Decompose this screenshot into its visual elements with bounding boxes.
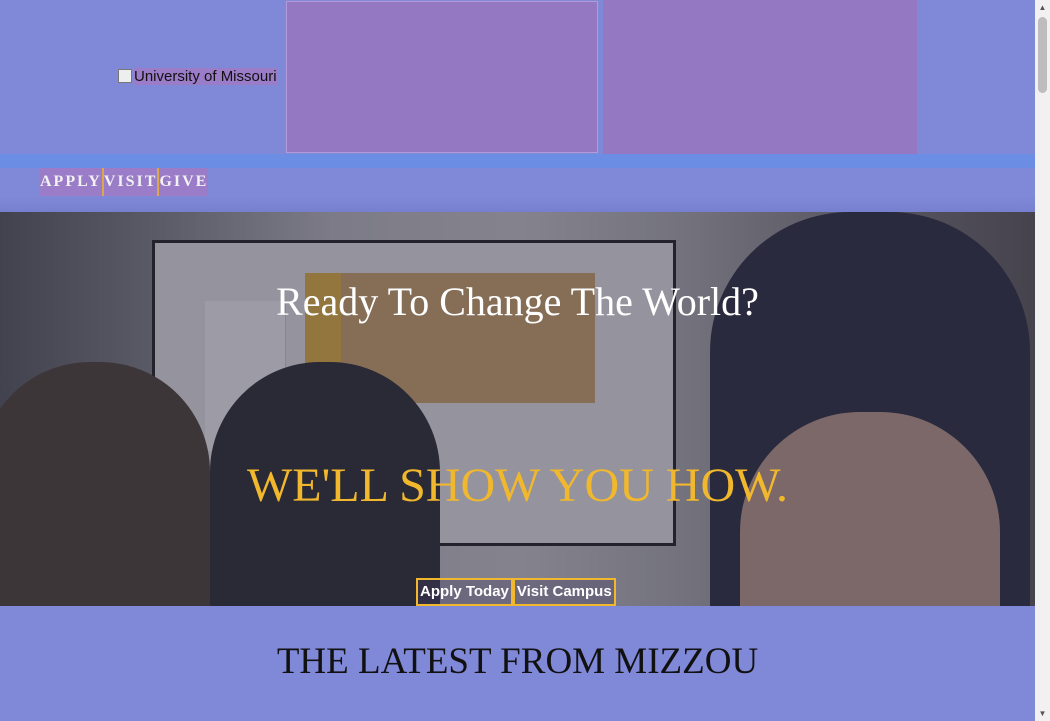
main-nav: APPLY VISIT GIVE <box>40 168 209 196</box>
hero-headline: Ready To Change The World? <box>276 279 759 324</box>
university-logo-link[interactable]: University of Missouri <box>118 67 277 85</box>
nav-shadow <box>0 196 1035 212</box>
latest-section-title: THE LATEST FROM MIZZOU <box>276 641 759 682</box>
hero-tagline: WE'LL SHOW YOU HOW. <box>246 459 789 512</box>
site-header: University of Missouri <box>0 0 1035 154</box>
scrollbar-thumb[interactable] <box>1038 17 1047 93</box>
scroll-down-icon[interactable]: ▼ <box>1035 706 1050 721</box>
header-promo-block <box>286 1 598 153</box>
hero-cta-group: Apply Today Visit Campus <box>416 578 616 606</box>
nav-apply[interactable]: APPLY <box>40 168 102 196</box>
apply-today-button[interactable]: Apply Today <box>416 578 513 606</box>
nav-top-strip <box>0 154 1035 168</box>
visit-campus-button[interactable]: Visit Campus <box>512 578 616 606</box>
header-utility-block <box>603 0 917 154</box>
logo-alt-text: University of Missouri <box>134 67 277 85</box>
hero-banner: Ready To Change The World? WE'LL SHOW YO… <box>0 212 1035 606</box>
scroll-up-icon[interactable]: ▲ <box>1035 0 1050 15</box>
vertical-scrollbar[interactable]: ▲ ▼ <box>1035 0 1050 721</box>
nav-give[interactable]: GIVE <box>159 168 209 196</box>
broken-image-icon <box>118 69 132 83</box>
page: University of Missouri APPLY VISIT GIVE … <box>0 0 1035 721</box>
hero-overlay <box>0 212 1035 606</box>
nav-visit[interactable]: VISIT <box>103 168 158 196</box>
